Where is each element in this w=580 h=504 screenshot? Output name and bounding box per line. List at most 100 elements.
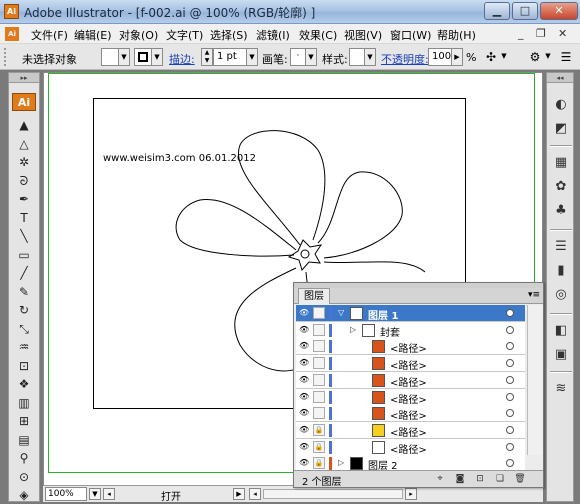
- first-artboard-button[interactable]: ◂: [103, 488, 115, 500]
- document-setup-dropdown-arrow[interactable]: ▼: [543, 48, 553, 66]
- stroke-weight-dropdown-arrow[interactable]: ▼: [246, 48, 258, 66]
- layers-panel-icon[interactable]: ≋: [551, 379, 571, 399]
- brush-dropdown-arrow[interactable]: ▼: [305, 48, 317, 66]
- rectangle-tool-icon[interactable]: ▭: [14, 247, 34, 264]
- menu-file[interactable]: 文件(F): [31, 27, 68, 43]
- target-circle-icon[interactable]: [506, 409, 514, 418]
- panel-menu-icon[interactable]: ▾≡: [528, 290, 540, 300]
- visibility-eye-icon[interactable]: 👁: [299, 308, 309, 318]
- visibility-eye-icon[interactable]: 👁: [299, 442, 309, 452]
- minimize-button[interactable]: ▁: [484, 2, 510, 20]
- scroll-right-button[interactable]: ▸: [405, 488, 417, 500]
- tools-panel-collapse-icon[interactable]: ▸▸: [9, 73, 39, 83]
- status-menu-arrow[interactable]: ▶: [233, 488, 245, 500]
- locate-object-icon[interactable]: ⌖: [434, 473, 446, 485]
- target-circle-icon[interactable]: [506, 459, 514, 468]
- lock-toggle-icon[interactable]: [313, 340, 325, 353]
- lock-toggle-icon[interactable]: [313, 390, 325, 403]
- document-menu-icon[interactable]: Ai: [5, 27, 19, 41]
- free-transform-tool-icon[interactable]: ⊡: [14, 358, 34, 375]
- target-circle-icon[interactable]: [506, 442, 514, 451]
- eyedropper-tool-icon[interactable]: ⚲: [14, 450, 34, 467]
- layer-row[interactable]: 👁 ▽ 图层 1: [296, 305, 525, 322]
- lock-toggle-icon[interactable]: [313, 407, 325, 420]
- color-guide-icon[interactable]: ◩: [551, 119, 571, 139]
- target-circle-icon[interactable]: [506, 325, 514, 334]
- menu-view[interactable]: 视图(V): [344, 27, 382, 43]
- target-circle-icon[interactable]: [506, 375, 514, 384]
- rotate-tool-icon[interactable]: ↻: [14, 302, 34, 319]
- line-tool-icon[interactable]: ╲: [14, 228, 34, 245]
- direct-selection-tool-icon[interactable]: △: [14, 136, 34, 153]
- maximize-button[interactable]: □: [512, 2, 538, 20]
- doc-restore-icon[interactable]: ❐: [536, 27, 546, 40]
- recolor-artwork-icon[interactable]: ✣: [483, 49, 499, 65]
- selection-tool-icon[interactable]: ▲: [14, 117, 34, 134]
- tab-layers[interactable]: 图层: [298, 288, 330, 304]
- lock-toggle-icon[interactable]: 🔒: [313, 457, 325, 470]
- recolor-dropdown-arrow[interactable]: ▼: [499, 48, 509, 66]
- stroke-link[interactable]: 描边:: [169, 51, 195, 67]
- expand-triangle-icon[interactable]: ▽: [338, 308, 344, 317]
- brushes-panel-icon[interactable]: ✿: [551, 177, 571, 197]
- menu-edit[interactable]: 编辑(E): [74, 27, 112, 43]
- menu-effect[interactable]: 效果(C): [299, 27, 337, 43]
- graph-tool-icon[interactable]: ▥: [14, 395, 34, 412]
- gradient-panel-icon[interactable]: ▮: [551, 261, 571, 281]
- blend-tool-icon[interactable]: ⊙: [14, 469, 34, 486]
- visibility-eye-icon[interactable]: 👁: [299, 375, 309, 385]
- menu-object[interactable]: 对象(O): [119, 27, 158, 43]
- sublayer-row[interactable]: 👁 🔒 <路径>: [296, 421, 525, 439]
- mesh-tool-icon[interactable]: ⊞: [14, 413, 34, 430]
- expand-triangle-icon[interactable]: ▷: [350, 325, 356, 334]
- style-preview[interactable]: [349, 48, 365, 66]
- new-sublayer-icon[interactable]: ⊡: [474, 473, 486, 485]
- lasso-tool-icon[interactable]: ᘐ: [14, 173, 34, 190]
- visibility-eye-icon[interactable]: 👁: [299, 341, 309, 351]
- visibility-eye-icon[interactable]: 👁: [299, 425, 309, 435]
- visibility-eye-icon[interactable]: 👁: [299, 408, 309, 418]
- menu-window[interactable]: 窗口(W): [390, 27, 431, 43]
- swatches-panel-icon[interactable]: ▦: [551, 153, 571, 173]
- visibility-eye-icon[interactable]: 👁: [299, 458, 309, 468]
- stroke-dropdown-arrow[interactable]: ▼: [151, 48, 163, 66]
- dock-expand-icon[interactable]: ◂◂: [547, 73, 573, 83]
- paintbrush-tool-icon[interactable]: ╱: [14, 265, 34, 282]
- layers-scrollbar[interactable]: [527, 305, 542, 455]
- symbols-panel-icon[interactable]: ♣: [551, 201, 571, 221]
- scroll-left-button[interactable]: ◂: [249, 488, 261, 500]
- menu-type[interactable]: 文字(T): [166, 27, 203, 43]
- sublayer-row[interactable]: 👁 <路径>: [296, 338, 525, 356]
- live-paint-tool-icon[interactable]: ◈: [14, 487, 34, 504]
- scale-tool-icon[interactable]: ⤡: [14, 321, 34, 338]
- pencil-tool-icon[interactable]: ✎: [14, 284, 34, 301]
- delete-layer-icon[interactable]: 🗑: [514, 473, 526, 485]
- menu-filter[interactable]: 滤镜(I): [256, 27, 290, 43]
- menu-select[interactable]: 选择(S): [210, 27, 248, 43]
- control-bar-grip[interactable]: [4, 48, 10, 66]
- visibility-eye-icon[interactable]: 👁: [299, 358, 309, 368]
- symbol-sprayer-tool-icon[interactable]: ❖: [14, 376, 34, 393]
- transparency-panel-icon[interactable]: ◎: [551, 285, 571, 305]
- brush-preview[interactable]: ·: [290, 48, 306, 66]
- target-circle-icon[interactable]: [506, 342, 514, 351]
- lock-toggle-icon[interactable]: [313, 357, 325, 370]
- target-circle-icon[interactable]: [506, 425, 514, 434]
- opacity-link[interactable]: 不透明度:: [381, 51, 429, 67]
- horizontal-scrollbar[interactable]: [263, 489, 403, 499]
- fill-swatch[interactable]: [101, 48, 119, 66]
- lock-toggle-icon[interactable]: 🔒: [313, 423, 325, 436]
- sublayer-row[interactable]: 👁 ▷ 封套: [296, 321, 525, 339]
- target-circle-icon[interactable]: [506, 359, 514, 368]
- document-setup-icon[interactable]: ⚙: [527, 49, 543, 65]
- lock-toggle-icon[interactable]: [313, 307, 325, 319]
- stroke-weight-field[interactable]: 1 pt: [213, 48, 247, 66]
- target-circle-icon[interactable]: [506, 309, 514, 317]
- color-panel-icon[interactable]: ◐: [551, 95, 571, 115]
- type-tool-icon[interactable]: T: [14, 210, 34, 227]
- sublayer-row[interactable]: 👁 <路径>: [296, 388, 525, 406]
- stroke-swatch[interactable]: [134, 48, 152, 66]
- sublayer-row[interactable]: 👁 <路径>: [296, 405, 525, 423]
- opacity-field[interactable]: 100: [428, 48, 452, 66]
- new-layer-icon[interactable]: ❏: [494, 473, 506, 485]
